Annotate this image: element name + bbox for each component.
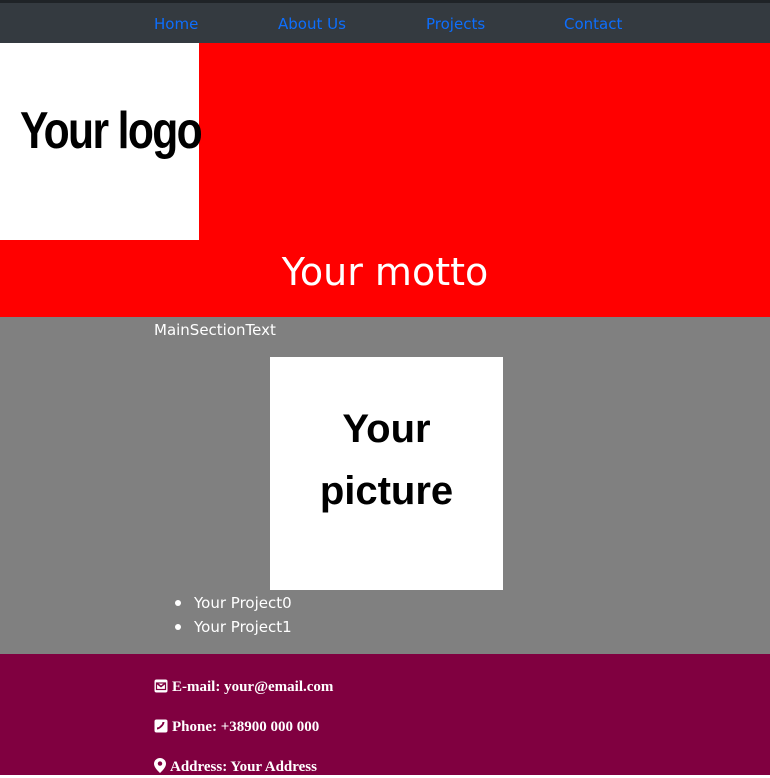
map-marker-icon xyxy=(154,758,166,778)
logo-image: Your logo xyxy=(0,43,203,240)
footer: E-mail: your@email.com Phone: +38900 000… xyxy=(0,654,770,775)
projects-list: Your Project0 Your Project1 xyxy=(154,591,292,639)
nav-about-link[interactable]: About Us xyxy=(278,15,346,33)
motto-heading: Your motto xyxy=(281,250,489,294)
envelope-icon xyxy=(154,679,168,698)
picture-text-line-2: picture xyxy=(319,469,454,513)
logo-text: Your logo xyxy=(20,102,203,160)
email-text: E-mail: your@email.com xyxy=(172,679,334,695)
contact-address: Address: Your Address xyxy=(154,758,317,778)
phone-icon xyxy=(154,719,168,738)
picture-text-line-1: Your xyxy=(342,407,431,451)
phone-text: Phone: +38900 000 000 xyxy=(172,719,320,735)
main-section-text: MainSectionText xyxy=(154,321,276,339)
project-item: Your Project1 xyxy=(154,615,292,639)
address-text: Address: Your Address xyxy=(170,759,317,775)
contact-email: E-mail: your@email.com xyxy=(154,678,333,698)
picture-image: Your picture xyxy=(270,357,503,590)
main-section: MainSectionText Your picture Your Projec… xyxy=(0,317,770,654)
contact-phone: Phone: +38900 000 000 xyxy=(154,718,319,738)
nav-contact-link[interactable]: Contact xyxy=(564,15,622,33)
hero-section: Your logo Your motto xyxy=(0,43,770,317)
nav-home-link[interactable]: Home xyxy=(154,15,198,33)
navbar: Home About Us Projects Contact xyxy=(0,3,770,43)
nav-projects-link[interactable]: Projects xyxy=(426,15,485,33)
project-item: Your Project0 xyxy=(154,591,292,615)
